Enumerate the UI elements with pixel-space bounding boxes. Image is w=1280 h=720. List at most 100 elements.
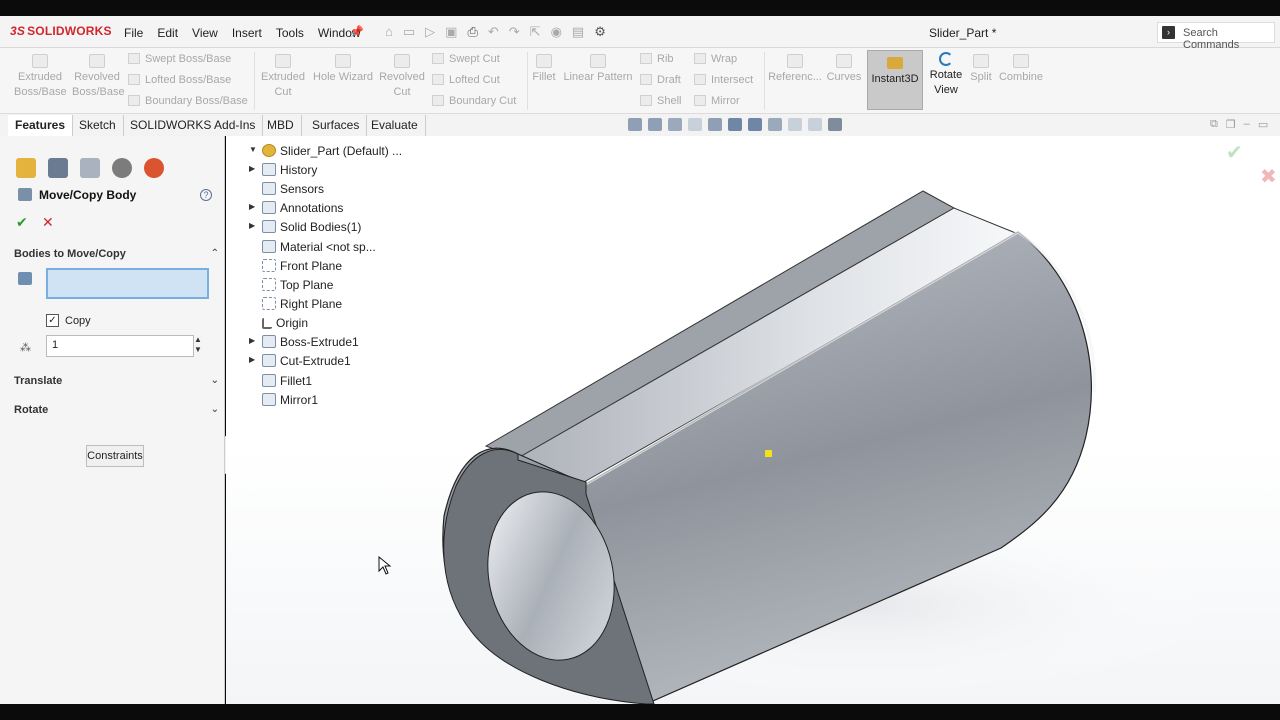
cancel-button[interactable]: ✕ [42,214,54,231]
dimxpert-tab-icon[interactable] [112,158,132,178]
display-style-icon[interactable] [748,118,762,131]
dynamic-annotation-icon[interactable] [708,118,722,131]
slider-part-model[interactable] [226,136,1280,704]
wrap-button[interactable]: Wrap [694,53,737,65]
graphics-area[interactable]: ▼ Slider_Part (Default) ... ▶ History Sens… [226,136,1280,704]
draft-button[interactable]: Draft [640,74,681,86]
tree-item-front-plane[interactable]: Front Plane [262,259,342,273]
linear-pattern-button[interactable]: Linear Pattern [562,54,634,85]
constraints-button[interactable]: Constraints [86,445,144,467]
lofted-boss-button[interactable]: Lofted Boss/Base [128,74,231,86]
tree-item-top-plane[interactable]: Top Plane [262,278,333,292]
select-icon[interactable]: ⇱ [530,24,541,40]
rib-button[interactable]: Rib [640,53,674,65]
tree-item-solid-bodies[interactable]: ▶ Solid Bodies(1) [249,220,361,234]
tree-root[interactable]: ▼ Slider_Part (Default) ... [249,144,402,158]
tree-item-boss-extrude[interactable]: ▶ Boss-Extrude1 [249,335,359,349]
tree-item-material[interactable]: Material <not sp... [262,240,376,254]
rotate-view-button[interactable]: Rotate View [927,52,965,98]
tree-item-label: Annotations [280,201,344,215]
spin-arrows[interactable]: ▲ ▼ [194,335,202,355]
maximize-icon[interactable]: ▭ [1258,118,1268,131]
tab-surfaces[interactable]: Surfaces [305,115,368,136]
tree-item-history[interactable]: ▶ History [249,163,317,177]
configuration-manager-tab-icon[interactable] [80,158,100,178]
curves-button[interactable]: Curves [826,54,862,85]
revolved-boss-button[interactable]: Revolved Boss/Base [72,54,125,100]
rotate-section-header[interactable]: Rotate ⌄ [14,404,219,416]
redo-icon[interactable]: ↷ [509,24,520,40]
rebuild-icon[interactable]: ◉ [551,24,562,40]
edit-appearance-icon[interactable] [788,118,802,131]
section-view-icon[interactable] [688,118,702,131]
print-icon[interactable]: ⎙ [467,24,477,40]
help-icon[interactable]: ? [200,189,212,201]
translate-section-header[interactable]: Translate ⌄ [14,375,219,387]
intersect-button[interactable]: Intersect [694,74,753,86]
tab-addins[interactable]: SOLIDWORKS Add-Ins [123,115,264,136]
file-properties-icon[interactable]: ▤ [572,24,584,40]
lofted-cut-button[interactable]: Lofted Cut [432,74,500,86]
gear-icon[interactable]: ⚙ [594,24,606,40]
view-settings-icon[interactable] [828,118,842,131]
number-of-copies-input[interactable]: 1 [46,335,194,357]
hole-wizard-button[interactable]: Hole Wizard [311,54,375,85]
solidworks-logo[interactable]: 3S SOLIDWORKS [10,24,112,38]
feature-manager-tab-icon[interactable] [16,158,36,178]
view-orientation-icon[interactable] [728,118,742,131]
copy-checkbox[interactable]: ✓ [46,314,59,327]
ok-button[interactable]: ✔ [16,214,28,231]
boundary-boss-button[interactable]: Boundary Boss/Base [128,95,248,107]
tab-mbd[interactable]: MBD [260,115,302,136]
tab-evaluate[interactable]: Evaluate [364,115,426,136]
tree-item-right-plane[interactable]: Right Plane [262,297,342,311]
tree-item-annotations[interactable]: ▶ Annotations [249,201,344,215]
swept-boss-button[interactable]: Swept Boss/Base [128,53,231,65]
fillet-button[interactable]: Fillet [530,54,558,85]
tab-sketch[interactable]: Sketch [72,115,124,136]
zoom-to-area-icon[interactable] [648,118,662,131]
tile-icon[interactable]: ⧉ [1210,118,1218,131]
reference-geometry-button[interactable]: Referenc... [768,54,822,85]
hide-show-icon[interactable] [768,118,782,131]
extruded-boss-button[interactable]: Extruded Boss/Base [14,54,67,100]
minimize-icon[interactable]: – [1244,118,1250,131]
tree-item-sensors[interactable]: Sensors [262,182,324,196]
boundary-cut-button[interactable]: Boundary Cut [432,95,516,107]
menu-view[interactable]: View [192,26,218,40]
combine-button[interactable]: Combine [997,54,1045,85]
mirror-button[interactable]: Mirror [694,95,740,107]
open-icon[interactable]: ▷ [425,24,435,40]
display-manager-tab-icon[interactable] [144,158,164,178]
menu-file[interactable]: File [124,26,143,40]
save-icon[interactable]: ▣ [445,24,457,40]
menu-insert[interactable]: Insert [232,26,262,40]
search-commands[interactable]: › Search Commands [1157,22,1275,51]
apply-scene-icon[interactable] [808,118,822,131]
undo-icon[interactable]: ↶ [488,24,499,40]
confirm-corner-cancel-icon[interactable]: ✖ [1260,164,1277,189]
menu-edit[interactable]: Edit [157,26,178,40]
split-button[interactable]: Split [968,54,994,85]
zoom-to-fit-icon[interactable] [628,118,642,131]
extruded-cut-button[interactable]: Extruded Cut [258,54,308,100]
property-manager-tab-icon[interactable] [48,158,68,178]
pin-icon[interactable]: 📌 [350,25,364,38]
tree-item-fillet[interactable]: Fillet1 [262,374,312,388]
bodies-section-header[interactable]: Bodies to Move/Copy ⌃ [14,248,219,260]
instant3d-button[interactable]: Instant3D [867,50,923,110]
restore-icon[interactable]: ❐ [1226,118,1236,131]
home-icon[interactable]: ⌂ [385,24,393,40]
tree-item-origin[interactable]: Origin [262,316,308,330]
new-icon[interactable]: ▭ [403,24,415,40]
previous-view-icon[interactable] [668,118,682,131]
menu-tools[interactable]: Tools [276,26,304,40]
shell-button[interactable]: Shell [640,95,681,107]
tab-features[interactable]: Features [8,115,74,136]
tree-item-cut-extrude[interactable]: ▶ Cut-Extrude1 [249,354,351,368]
bodies-selection-box[interactable] [46,268,209,299]
revolved-cut-button[interactable]: Revolved Cut [378,54,426,100]
confirm-corner-ok-icon[interactable]: ✔ [1226,140,1243,165]
swept-cut-button[interactable]: Swept Cut [432,53,500,65]
tree-item-mirror[interactable]: Mirror1 [262,393,318,407]
